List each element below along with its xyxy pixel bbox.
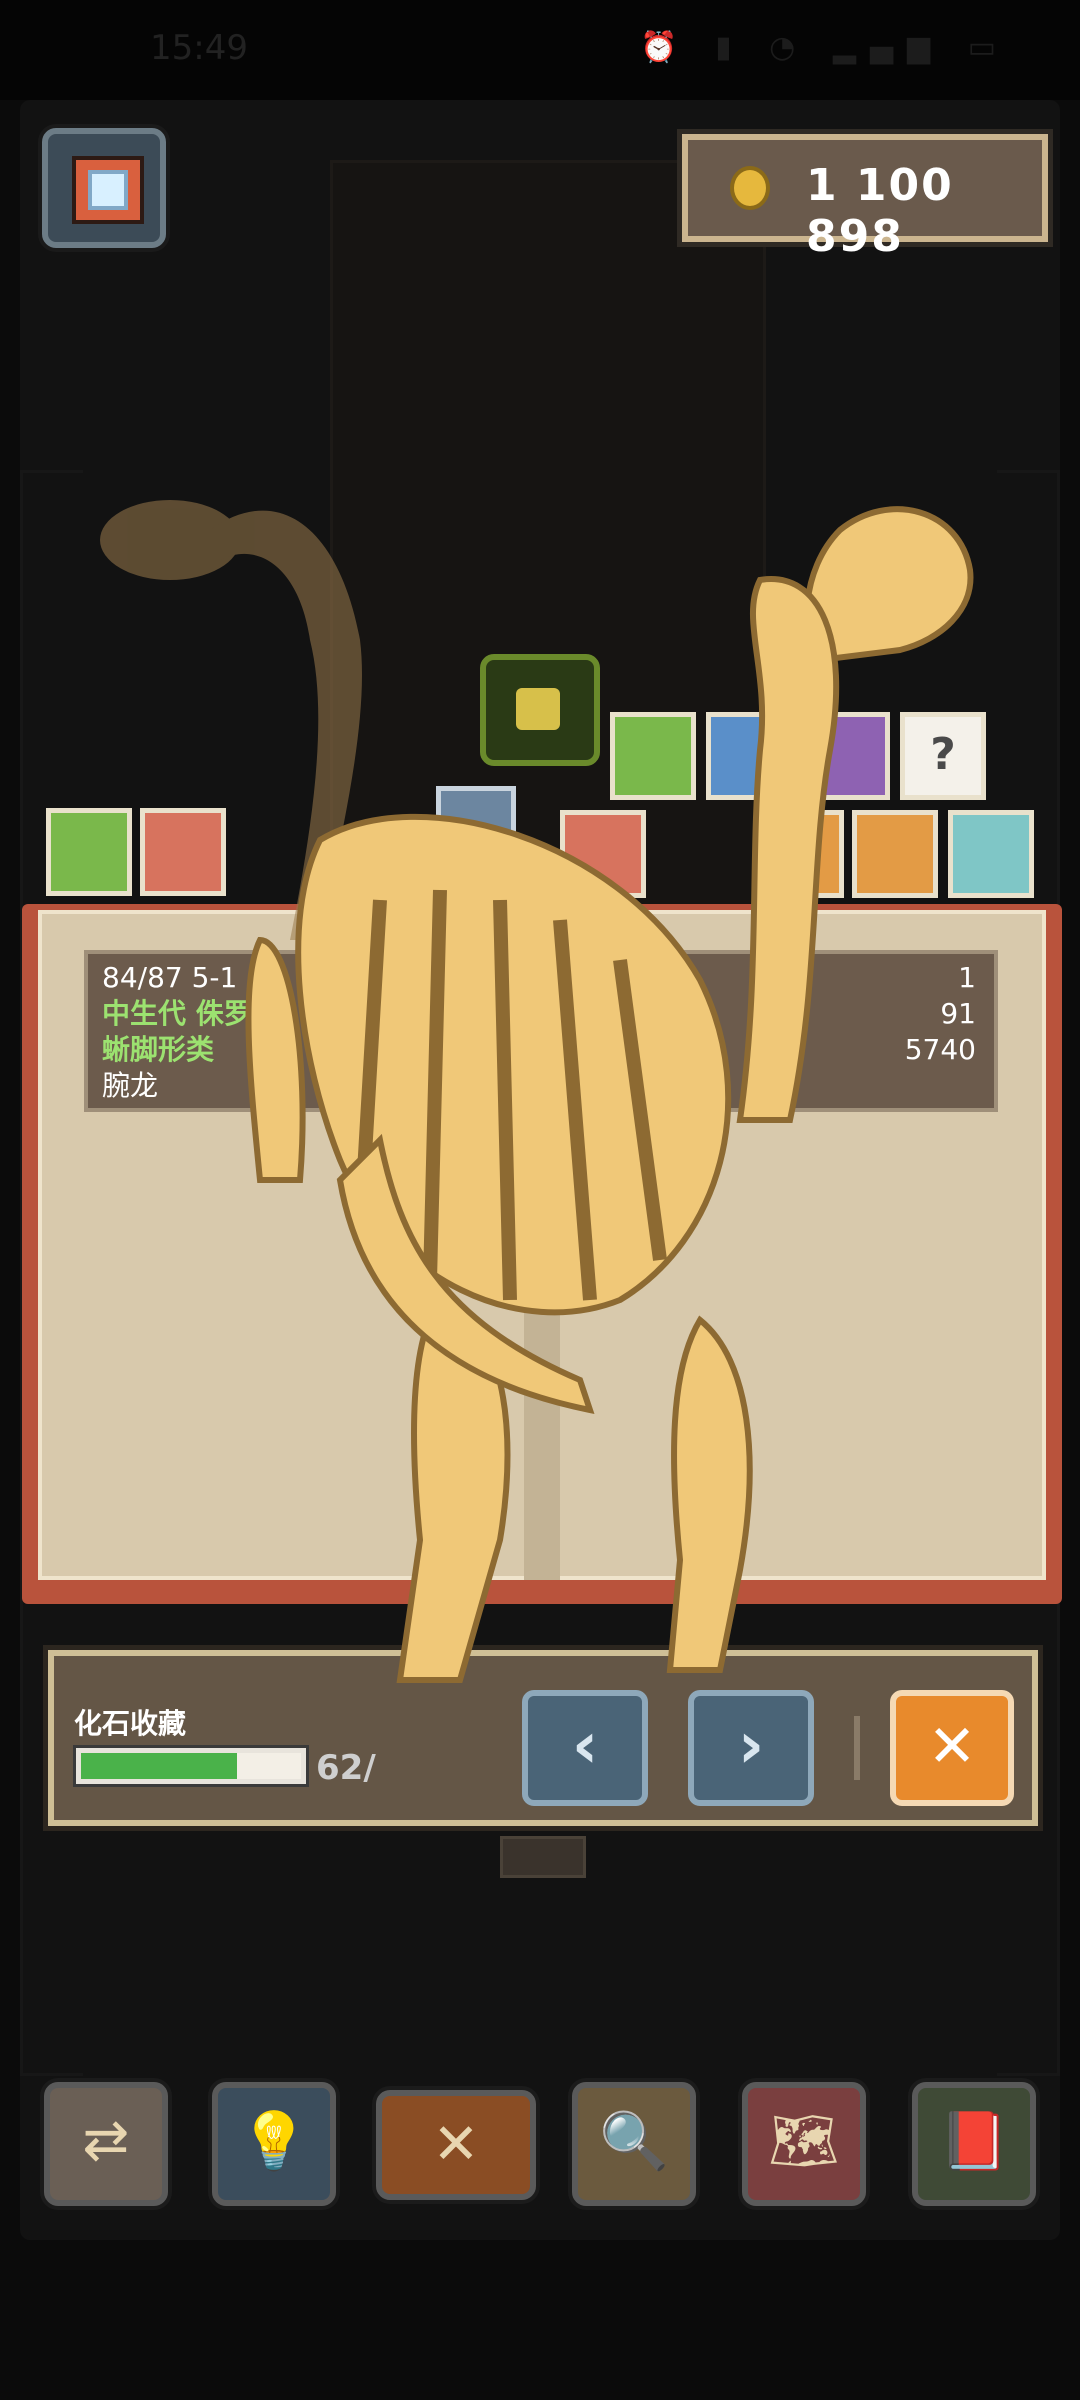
coin-icon	[730, 166, 770, 210]
camera-button[interactable]	[42, 128, 166, 248]
map-tool-button[interactable]: 🗺	[742, 2082, 866, 2206]
coin-value: 1 100 898	[806, 160, 954, 262]
search-tool-button[interactable]: 🔍	[572, 2082, 696, 2206]
map-icon: 🗺	[768, 2109, 840, 2174]
pull-tab[interactable]	[500, 1836, 586, 1878]
swap-tool-button[interactable]: ⇄	[44, 2082, 168, 2206]
lightbulb-icon: 💡	[239, 2109, 309, 2174]
camera-lens	[88, 170, 128, 210]
book-icon: 📕	[939, 2109, 1009, 2174]
coin-counter: 1 100 898	[682, 134, 1048, 262]
close-icon: ✕	[432, 2112, 480, 2177]
book-tool-button[interactable]: 📕	[912, 2082, 1036, 2206]
status-icons: ⏰ ▮ ◔ ▂▄▆ ▭	[640, 30, 1010, 65]
dinosaur-skeleton	[100, 500, 974, 1683]
swap-icon: ⇄	[82, 2108, 130, 2173]
magnifier-icon: 🔍	[599, 2109, 669, 2174]
hint-tool-button[interactable]: 💡	[212, 2082, 336, 2206]
cancel-tool-button[interactable]: ✕	[376, 2090, 536, 2200]
camera-icon	[72, 156, 144, 224]
status-time: 15:49	[150, 28, 248, 68]
